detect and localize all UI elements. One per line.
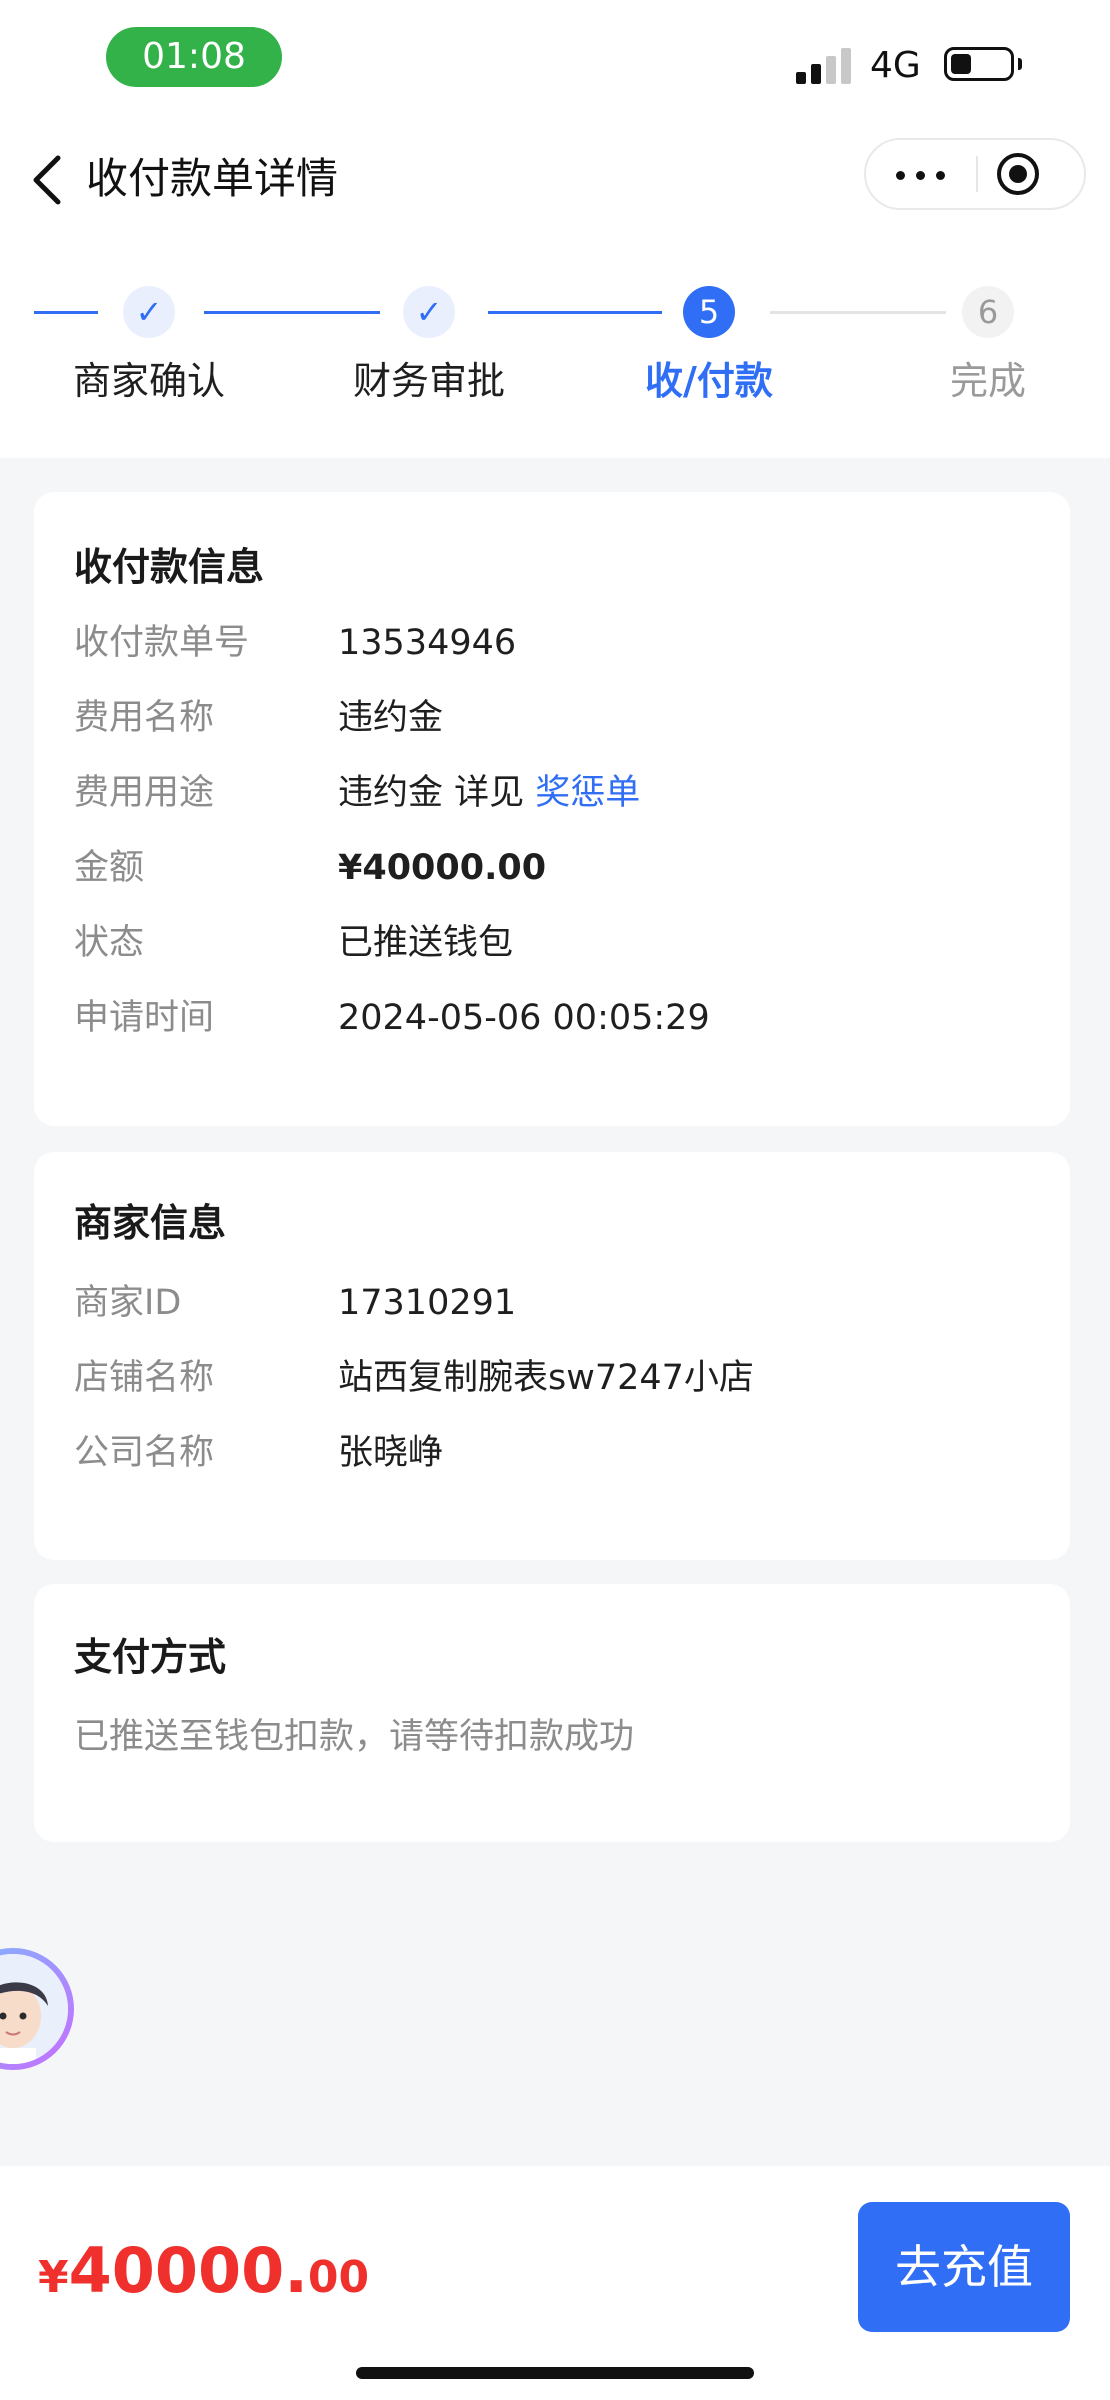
step-4-number: 6 <box>962 286 1014 338</box>
battery-icon <box>944 47 1014 81</box>
order-number: 13534946 <box>338 623 517 663</box>
status-value: 已推送钱包 <box>338 923 514 963</box>
step-connector <box>770 311 946 314</box>
step-3-number: 5 <box>683 286 735 338</box>
payment-method-note: 已推送至钱包扣款，请等待扣款成功 <box>74 1717 635 1757</box>
row-label: 费用用途 <box>74 773 215 813</box>
row-label: 收付款单号 <box>74 623 250 663</box>
step-2-check-icon: ✓ <box>403 286 455 338</box>
status-bar: 01:08 4G <box>0 0 1110 120</box>
fee-purpose-text: 违约金 详见 <box>338 773 525 813</box>
currency-symbol: ¥ <box>38 2252 69 2303</box>
progress-steps: ✓ ✓ 5 6 商家确认 财务审批 收/付款 完成 <box>0 236 1110 458</box>
step-label-finance-approval: 财务审批 <box>352 359 505 403</box>
shop-name: 站西复制腕表sw7247小店 <box>338 1358 754 1398</box>
card-title: 收付款信息 <box>74 545 265 589</box>
row-label: 公司名称 <box>74 1433 215 1473</box>
payment-info-card: 收付款信息 收付款单号 13534946 费用名称 违约金 费用用途 违约金 详… <box>34 492 1070 1126</box>
amount-decimal: 00 <box>307 2252 370 2303</box>
row-label: 商家ID <box>74 1283 182 1323</box>
capsule-divider <box>976 156 978 192</box>
assistant-avatar[interactable] <box>0 1948 74 2070</box>
merchant-id: 17310291 <box>338 1283 517 1323</box>
signal-icon <box>796 46 856 84</box>
amount-integer: 40000. <box>68 2234 308 2307</box>
row-label: 费用名称 <box>74 698 215 738</box>
mini-program-capsule <box>864 138 1086 210</box>
recharge-button[interactable]: 去充值 <box>858 2202 1070 2332</box>
step-connector <box>34 311 98 314</box>
fee-purpose: 违约金 详见 奖惩单 <box>338 768 640 818</box>
target-circle-icon[interactable] <box>997 153 1039 195</box>
page-title: 收付款单详情 <box>86 154 339 203</box>
total-amount: ¥40000.00 <box>38 2234 369 2307</box>
merchant-info-card: 商家信息 商家ID 17310291 店铺名称 站西复制腕表sw7247小店 公… <box>34 1152 1070 1560</box>
card-title: 商家信息 <box>74 1201 227 1245</box>
bottom-action-bar: ¥40000.00 去充值 <box>0 2166 1110 2400</box>
row-label: 店铺名称 <box>74 1358 215 1398</box>
battery-cap <box>1018 58 1022 70</box>
home-indicator <box>356 2367 754 2379</box>
row-label: 申请时间 <box>74 998 215 1038</box>
payment-method-card: 支付方式 已推送至钱包扣款，请等待扣款成功 <box>34 1584 1070 1842</box>
step-1-check-icon: ✓ <box>123 286 175 338</box>
step-label-complete: 完成 <box>949 359 1026 403</box>
penalty-order-link[interactable]: 奖惩单 <box>535 773 640 813</box>
fee-name: 违约金 <box>338 698 444 738</box>
more-dots-icon[interactable] <box>866 140 976 208</box>
amount-value: ¥40000.00 <box>338 848 547 888</box>
network-type: 4G <box>870 45 921 86</box>
step-connector <box>488 311 662 314</box>
company-name: 张晓峥 <box>338 1433 444 1473</box>
nav-bar: 收付款单详情 <box>0 120 1110 236</box>
row-label: 金额 <box>74 848 145 888</box>
row-label: 状态 <box>74 923 145 963</box>
step-label-merchant-confirm: 商家确认 <box>72 359 225 403</box>
apply-time-value: 2024-05-06 00:05:29 <box>338 998 710 1038</box>
status-time: 01:08 <box>106 27 282 87</box>
card-title: 支付方式 <box>74 1635 227 1679</box>
step-label-payment: 收/付款 <box>645 359 773 403</box>
step-connector <box>204 311 380 314</box>
chevron-left-icon[interactable] <box>28 152 68 208</box>
